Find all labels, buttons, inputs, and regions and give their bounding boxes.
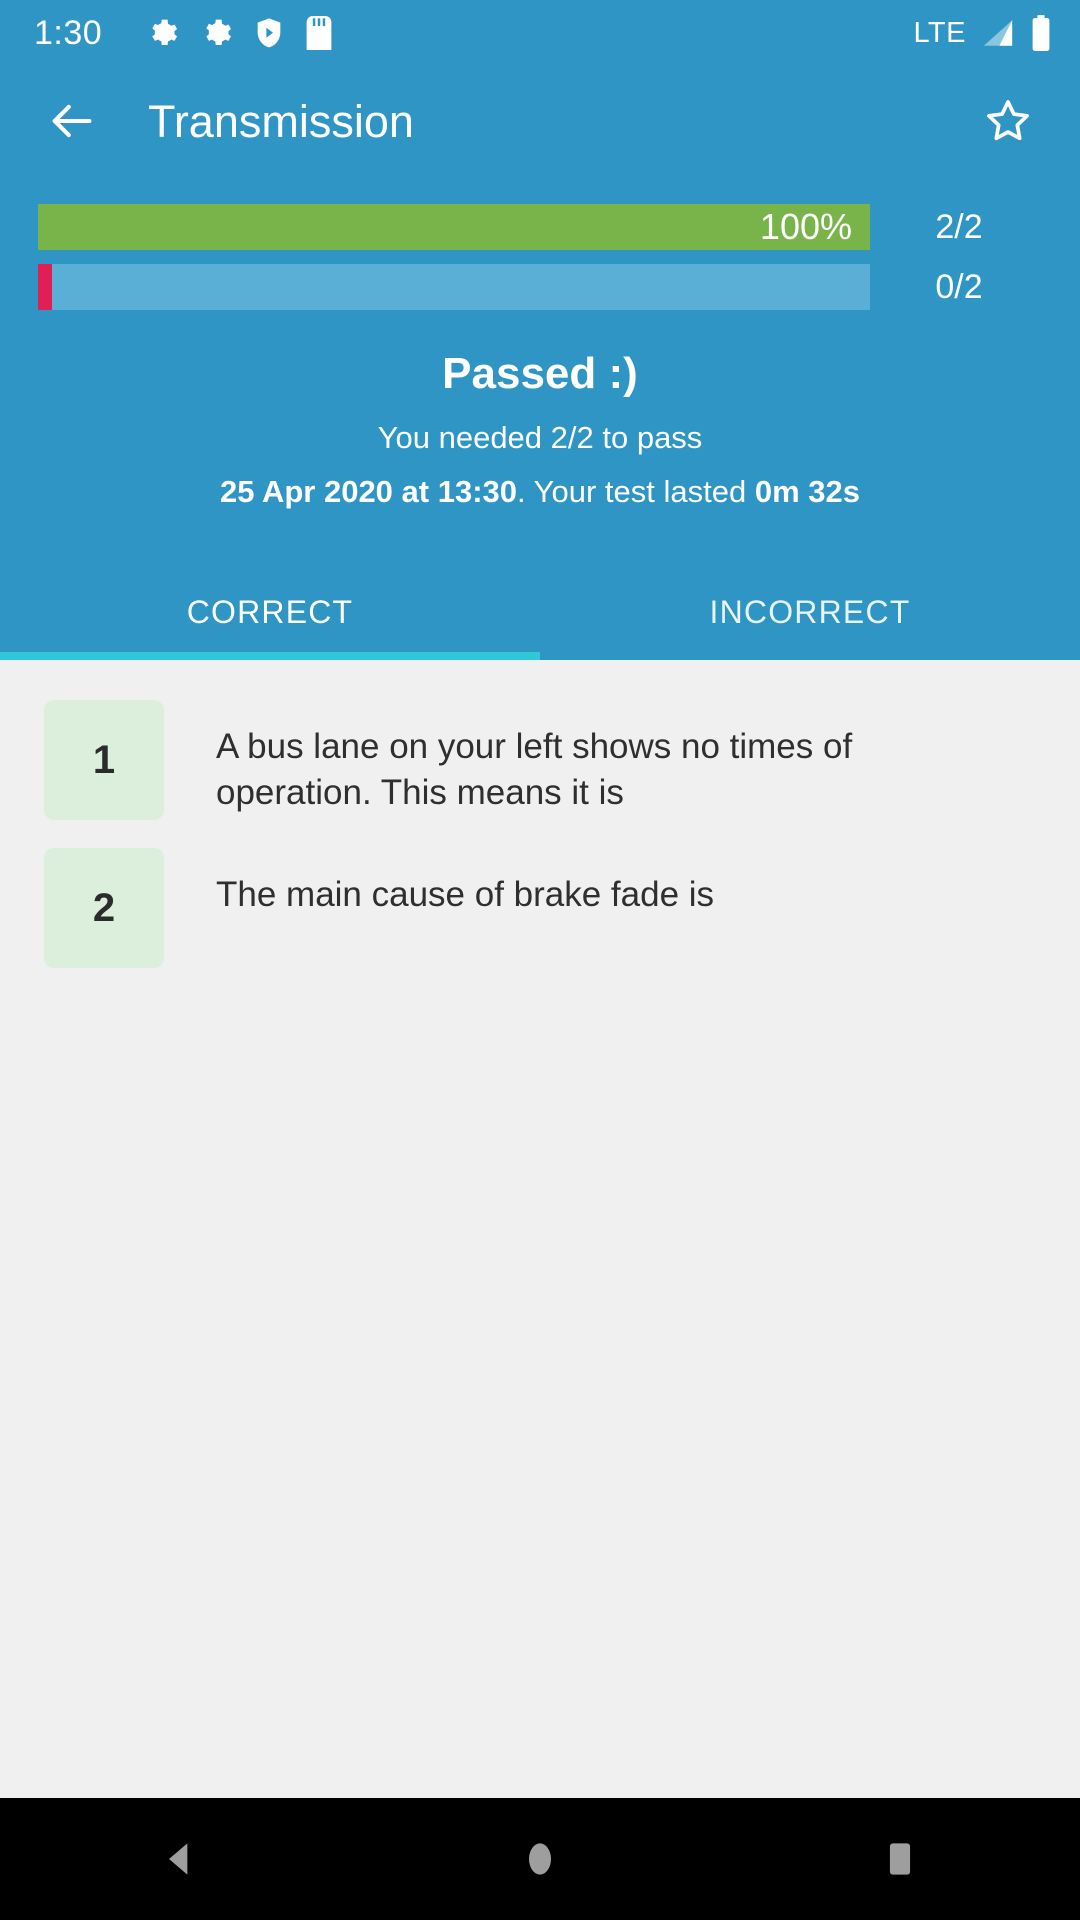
- question-number: 2: [92, 886, 116, 931]
- question-list: 1 A bus lane on your left shows no times…: [0, 660, 1080, 1798]
- progress-track-correct: 100%: [38, 204, 870, 250]
- test-duration: 0m 32s: [754, 474, 860, 509]
- score-count-correct: 2/2: [935, 208, 983, 246]
- sd-card-icon: [306, 16, 332, 50]
- list-item[interactable]: 2 The main cause of brake fade is: [0, 834, 1080, 982]
- progress-fill-correct: [38, 204, 870, 250]
- page-title: Transmission: [148, 95, 414, 147]
- verdict-text: Passed :): [442, 349, 638, 398]
- list-item[interactable]: 1 A bus lane on your left shows no times…: [0, 686, 1080, 834]
- score-bar-correct: 100% 2/2: [38, 204, 1048, 250]
- status-bar: 1:30 LTE: [0, 0, 1080, 66]
- app-screen: 1:30 LTE Transmission 100% 2/2 0/2 Passe…: [0, 0, 1080, 1920]
- back-button[interactable]: [44, 93, 100, 149]
- app-bar: Transmission: [0, 66, 1080, 176]
- question-number: 1: [92, 738, 116, 783]
- test-meta-text: 25 Apr 2020 at 13:30. Your test lasted 0…: [0, 473, 1080, 510]
- score-count-incorrect: 0/2: [935, 268, 983, 306]
- pass-requirement-text: You needed 2/2 to pass: [377, 420, 703, 455]
- progress-track-incorrect: [38, 264, 870, 310]
- battery-icon: [1030, 15, 1052, 51]
- system-nav-bar: [0, 1798, 1080, 1920]
- signal-icon: [980, 16, 1016, 50]
- score-bars: 100% 2/2 0/2: [0, 176, 1080, 310]
- test-meta-middle: . Your test lasted: [517, 474, 755, 509]
- nav-back-button[interactable]: [90, 1798, 270, 1920]
- tab-active-indicator: [0, 652, 540, 661]
- result-tabs: CORRECT INCORRECT: [0, 564, 1080, 661]
- progress-percent-correct: 100%: [759, 206, 852, 247]
- question-text: A bus lane on your left shows no times o…: [216, 727, 853, 813]
- question-number-badge: 2: [44, 848, 164, 969]
- network-type-label: LTE: [913, 16, 966, 49]
- star-outline-icon: [982, 95, 1034, 147]
- gear-icon: [200, 17, 232, 49]
- gear-icon: [146, 17, 178, 49]
- status-bar-right: LTE: [913, 15, 1052, 51]
- progress-fill-incorrect: [38, 264, 52, 310]
- favorite-button[interactable]: [978, 91, 1038, 151]
- question-number-badge: 1: [44, 700, 164, 821]
- tab-correct[interactable]: CORRECT: [0, 564, 540, 660]
- result-summary: 100% 2/2 0/2 Passed :) You needed 2/2 to…: [0, 176, 1080, 661]
- nav-recents-icon: [878, 1837, 922, 1881]
- nav-home-button[interactable]: [450, 1798, 630, 1920]
- status-clock: 1:30: [34, 14, 103, 52]
- test-date: 25 Apr 2020 at 13:30: [220, 474, 517, 509]
- score-bar-incorrect: 0/2: [38, 264, 1048, 310]
- nav-back-icon: [158, 1837, 202, 1881]
- shield-play-icon: [254, 17, 284, 49]
- nav-home-icon: [518, 1837, 562, 1881]
- status-bar-left: 1:30: [34, 16, 913, 50]
- tab-incorrect[interactable]: INCORRECT: [540, 564, 1080, 660]
- back-arrow-icon: [46, 95, 98, 147]
- nav-recents-button[interactable]: [810, 1798, 990, 1920]
- question-text: The main cause of brake fade is: [216, 875, 715, 915]
